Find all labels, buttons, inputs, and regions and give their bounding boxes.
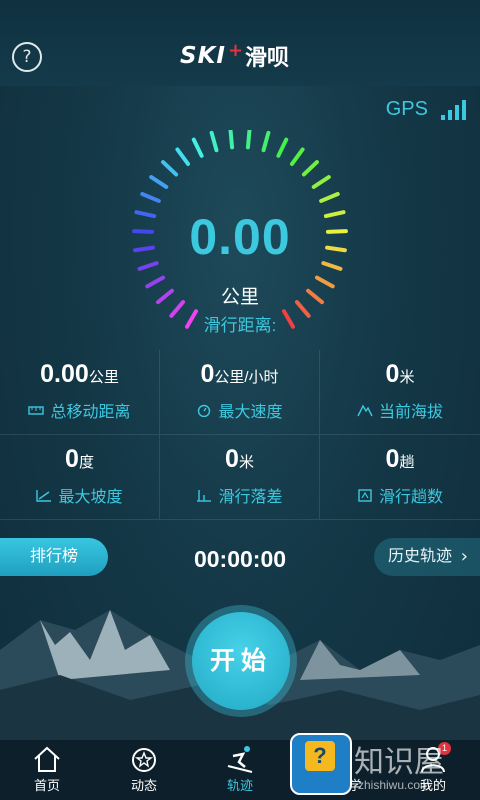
distance-value: 0.00 (189, 209, 291, 265)
dial-tick (175, 147, 191, 166)
distance-unit: 公里 (220, 287, 259, 308)
tab-label: 动态 (130, 778, 157, 793)
stat-unit: 米 (238, 454, 254, 471)
stat-value: 0 (385, 445, 400, 473)
stat-altitude: 0米 当前海拔 (320, 350, 480, 435)
stopwatch-icon (198, 404, 211, 417)
watermark-text: 知识屋 (354, 745, 444, 780)
stat-value: 0 (385, 360, 400, 388)
app-header: ? SKI + 滑呗 (0, 0, 480, 86)
tab-track[interactable]: 轨迹 (200, 740, 280, 800)
drop-icon (197, 490, 212, 502)
chevron-right-icon: › (460, 546, 468, 567)
stat-label: 当前海拔 (378, 404, 443, 421)
runs-icon (358, 489, 372, 502)
dial-tick (276, 137, 289, 158)
stat-value: 0 (200, 360, 215, 388)
stat-unit: 度 (78, 454, 94, 471)
slope-icon (36, 490, 52, 502)
tab-label: 首页 (33, 778, 60, 793)
dial-tick (301, 160, 319, 177)
watermark: ? 知识屋 zhishiwu.com (290, 733, 480, 800)
history-label: 历史轨迹 (388, 548, 453, 565)
dial-tick (289, 147, 305, 166)
stat-unit: 米 (399, 369, 415, 386)
stat-max-speed: 0公里/小时 最大速度 (160, 350, 320, 435)
stat-label: 滑行趟数 (378, 489, 443, 506)
stat-drop: 0米 滑行落差 (160, 435, 320, 520)
stat-max-slope: 0度 最大坡度 (0, 435, 160, 520)
watermark-url: zhishiwu.com (358, 778, 431, 792)
dial-tick (261, 130, 271, 153)
stat-value: 0 (65, 445, 79, 473)
stat-label: 最大坡度 (58, 489, 123, 506)
stat-total-distance: 0.00公里 总移动距离 (0, 350, 160, 435)
dial-tick (319, 191, 340, 203)
history-button[interactable]: 历史轨迹 › (374, 538, 480, 576)
stat-label: 总移动距离 (50, 404, 131, 421)
dial-tick (191, 137, 204, 158)
stat-unit: 公里 (88, 369, 119, 386)
stat-unit: 趟 (399, 454, 415, 471)
app-logo: SKI + 滑呗 (180, 40, 289, 72)
dial-tick (149, 175, 169, 189)
stat-runs: 0趟 滑行趟数 (320, 435, 480, 520)
stat-value: 0.00 (40, 360, 89, 388)
logo-text: SKI (180, 43, 226, 69)
gps-label: GPS (385, 98, 428, 120)
ruler-icon (28, 406, 45, 415)
mountain-icon (357, 404, 373, 417)
start-button[interactable]: 开始 (192, 612, 290, 710)
gps-indicator: GPS (386, 98, 466, 120)
question-circle-icon: ? (22, 47, 32, 67)
dial-tick (209, 130, 219, 153)
dial-tick (161, 160, 179, 177)
tab-label: 轨迹 (226, 778, 253, 793)
logo-plus: + (227, 39, 244, 61)
dial-tick (311, 175, 331, 189)
dial-tick (245, 130, 252, 150)
dial-tick (140, 191, 161, 203)
dial-tick (228, 130, 235, 150)
skier-icon (227, 746, 253, 773)
stat-unit: 公里/小时 (214, 369, 279, 386)
app-name: 滑呗 (245, 46, 290, 71)
tab-home[interactable]: 首页 (7, 740, 87, 800)
watermark-logo: ? (290, 733, 352, 795)
signal-icon (438, 98, 466, 120)
star-refresh-icon (132, 748, 156, 772)
stat-label: 最大速度 (218, 404, 283, 421)
help-button[interactable]: ? (12, 42, 42, 72)
tab-feed[interactable]: 动态 (104, 740, 184, 800)
distance-label: 滑行距离: (203, 316, 277, 335)
stat-label: 滑行落差 (218, 489, 283, 506)
home-icon (34, 746, 60, 772)
stats-grid: 0.00公里 总移动距离 0公里/小时 最大速度 0米 当前海拔 0度 最大坡度… (0, 350, 480, 520)
stat-value: 0 (225, 445, 239, 473)
